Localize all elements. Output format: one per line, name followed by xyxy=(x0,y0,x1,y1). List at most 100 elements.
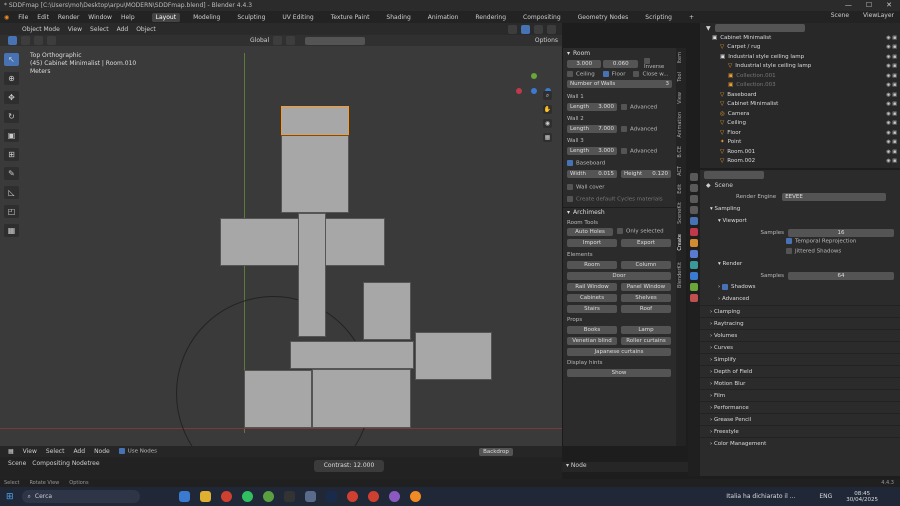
rotate-tool-icon[interactable]: ↻ xyxy=(4,110,19,123)
baseboard-width-field[interactable]: Width 0.015 xyxy=(567,169,617,178)
wall-3-advanced-checkbox[interactable] xyxy=(621,147,627,154)
render-props-icon[interactable] xyxy=(690,184,698,192)
wall-1-advanced-checkbox[interactable] xyxy=(621,103,627,110)
properties-section-volumes[interactable]: › Volumes xyxy=(700,329,900,341)
modifier-props-icon[interactable] xyxy=(690,250,698,258)
tab-shading[interactable]: Shading xyxy=(382,13,414,22)
file-explorer-icon[interactable] xyxy=(199,491,211,502)
snap-icon[interactable] xyxy=(273,36,283,45)
venetian-blind-button[interactable]: Venetian blind xyxy=(567,336,617,345)
rail-window-button[interactable]: Rail Window xyxy=(567,282,617,291)
room-depth-field[interactable]: 0.060 xyxy=(603,60,638,68)
visibility-eye-icon[interactable]: ◉ ▣ xyxy=(886,149,897,155)
material-shading-icon[interactable] xyxy=(534,24,543,34)
select-tool-icon[interactable]: ↖ xyxy=(4,53,19,66)
scale-tool-icon[interactable]: ▣ xyxy=(4,129,19,142)
shadows-subsection[interactable]: › Shadows xyxy=(700,281,900,293)
tab-layout[interactable]: Layout xyxy=(151,12,181,22)
news-notification[interactable]: Italia ha dichiarato il ... xyxy=(726,493,795,500)
shelves-button[interactable]: Shelves xyxy=(621,293,671,302)
visibility-eye-icon[interactable]: ◉ ▣ xyxy=(886,111,897,117)
outliner-item[interactable]: ▣ Cabinet Minimalist ◉ ▣ xyxy=(700,33,900,43)
taskbar-search[interactable]: ⌕ Cerca xyxy=(21,490,140,503)
only-selected-checkbox[interactable] xyxy=(617,228,623,235)
tab-bce[interactable]: B.CE xyxy=(677,146,685,158)
outliner-item[interactable]: ▣ Collection.003 ◉ ▣ xyxy=(700,81,900,91)
visibility-eye-icon[interactable]: ◉ ▣ xyxy=(886,82,897,88)
backdrop-button[interactable]: Backdrop xyxy=(479,447,513,456)
panel-archimesh-header[interactable]: ▾ Archimesh xyxy=(563,206,676,218)
tab-animation[interactable]: Animation xyxy=(424,13,463,22)
tab-scenekit[interactable]: SceneKit xyxy=(677,202,685,224)
tab-compositing[interactable]: Compositing xyxy=(519,13,565,22)
annotate-tool-icon[interactable]: ✎ xyxy=(4,167,19,180)
select-mode-icon[interactable] xyxy=(47,36,56,45)
properties-search-input[interactable] xyxy=(704,171,764,179)
tab-item[interactable]: Item xyxy=(677,52,685,63)
tab-blenderkit[interactable]: BlenderKit xyxy=(677,262,685,288)
outliner-item[interactable]: ▽ Ceiling ◉ ▣ xyxy=(700,119,900,129)
physics-props-icon[interactable] xyxy=(690,272,698,280)
room-object[interactable] xyxy=(290,341,414,369)
data-props-icon[interactable] xyxy=(690,283,698,291)
viewport-samples-field[interactable]: 16 xyxy=(788,228,894,237)
properties-section-simplify[interactable]: › Simplify xyxy=(700,353,900,365)
clock[interactable]: 08:45 30/04/2025 xyxy=(846,491,878,503)
node-panel-header[interactable]: ▾ Node xyxy=(562,462,688,472)
menu-file[interactable]: File xyxy=(18,14,28,21)
properties-section-film[interactable]: › Film xyxy=(700,389,900,401)
viewport-menu-object[interactable]: Object xyxy=(136,26,156,33)
zoom-icon[interactable]: ⌕ xyxy=(543,91,552,100)
tab-animation[interactable]: Animation xyxy=(677,112,685,138)
auto-holes-button[interactable]: Auto Holes xyxy=(567,227,613,236)
selected-room-object[interactable] xyxy=(281,106,349,135)
tab-act[interactable]: ACT xyxy=(677,166,685,176)
wall-3-length-field[interactable]: Length 3.000 xyxy=(567,147,617,155)
wall-2-advanced-checkbox[interactable] xyxy=(621,125,627,132)
view-layer-props-icon[interactable] xyxy=(690,206,698,214)
outliner-item[interactable]: ▣ Industrial style ceiling lamp ◉ ▣ xyxy=(700,52,900,62)
render-samples-field[interactable]: 64 xyxy=(788,271,894,280)
outliner-item[interactable]: ▽ Cabinet Minimalist ◉ ▣ xyxy=(700,100,900,110)
outliner-item[interactable]: ▽ Room.002 ◉ ▣ xyxy=(700,157,900,167)
export-button[interactable]: Export xyxy=(621,238,671,247)
use-nodes-checkbox[interactable] xyxy=(118,448,125,455)
roof-button[interactable]: Roof xyxy=(621,304,671,313)
room-object[interactable] xyxy=(298,213,326,337)
task-view-icon[interactable] xyxy=(178,491,190,502)
output-props-icon[interactable] xyxy=(690,195,698,203)
outliner-filter-icon[interactable]: ▼ xyxy=(706,25,711,32)
properties-section-grease-pencil[interactable]: › Grease Pencil xyxy=(700,413,900,425)
minimize-button[interactable]: — xyxy=(845,0,852,11)
pan-hand-icon[interactable]: ✋ xyxy=(543,105,552,114)
properties-section-performance[interactable]: › Performance xyxy=(700,401,900,413)
tab-texture-paint[interactable]: Texture Paint xyxy=(327,13,374,22)
tab-sculpting[interactable]: Sculpting xyxy=(233,13,269,22)
object-props-icon[interactable] xyxy=(690,239,698,247)
visibility-eye-icon[interactable]: ◉ ▣ xyxy=(886,73,897,79)
room-width-field[interactable]: 3.000 xyxy=(567,60,602,68)
app-icon[interactable] xyxy=(388,491,400,502)
chrome-icon[interactable] xyxy=(367,491,379,502)
node-editor-canvas[interactable]: Scene Compositing Nodetree xyxy=(0,457,562,479)
app-icon[interactable] xyxy=(304,491,316,502)
properties-section-clamping[interactable]: › Clamping xyxy=(700,305,900,317)
baseboard-checkbox[interactable] xyxy=(567,160,573,166)
tab-rendering[interactable]: Rendering xyxy=(471,13,510,22)
ceiling-checkbox[interactable] xyxy=(567,70,573,77)
inverse-checkbox[interactable] xyxy=(643,57,650,64)
wall-cover-checkbox[interactable] xyxy=(567,183,573,190)
outliner-search-input[interactable] xyxy=(714,24,805,32)
properties-section-freestyle[interactable]: › Freestyle xyxy=(700,425,900,437)
select-mode-icon[interactable] xyxy=(21,36,30,45)
close-walls-checkbox[interactable] xyxy=(633,70,640,77)
properties-section-motion-blur[interactable]: › Motion Blur xyxy=(700,377,900,389)
room-object[interactable] xyxy=(363,282,411,340)
menu-edit[interactable]: Edit xyxy=(37,14,49,21)
tab-modeling[interactable]: Modeling xyxy=(189,13,224,22)
outliner-item[interactable]: ▽ Room.001 ◉ ▣ xyxy=(700,147,900,157)
tab-scripting[interactable]: Scripting xyxy=(641,13,676,22)
proportional-icon[interactable] xyxy=(286,36,296,45)
node-menu-select[interactable]: Select xyxy=(46,448,65,455)
outliner-item[interactable]: ▽ Carpet / rug ◉ ▣ xyxy=(700,43,900,53)
